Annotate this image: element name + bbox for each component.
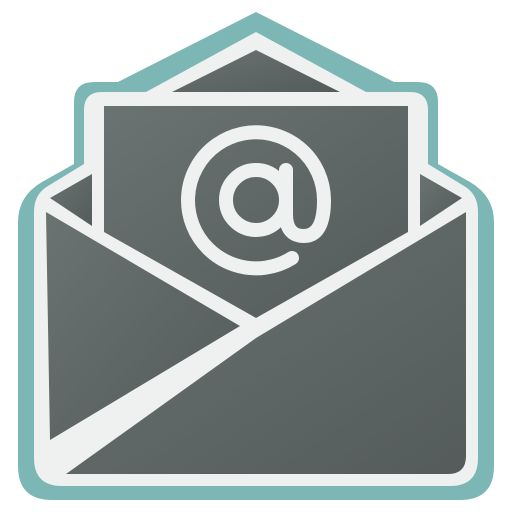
open-envelope-email-icon bbox=[18, 12, 494, 500]
icon-canvas bbox=[0, 0, 512, 512]
